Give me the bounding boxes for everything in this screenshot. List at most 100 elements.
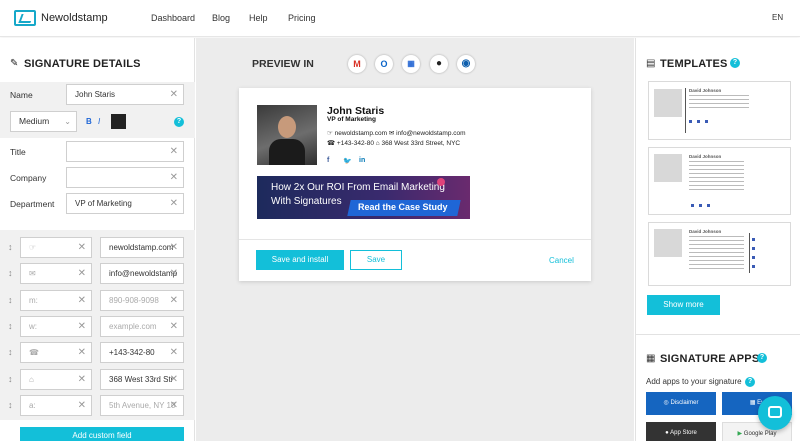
app-store-button[interactable]: ● App Store [646,422,716,441]
thunderbird-icon[interactable]: ◉ [457,55,475,73]
gmail-icon[interactable]: M [348,55,366,73]
info-icon[interactable]: ? [745,377,755,387]
drag-handle-icon[interactable]: ↕ [8,268,13,278]
clear-icon[interactable]: ✕ [170,373,178,386]
contact-icon-input[interactable]: w: ✕ [20,316,92,337]
info-icon[interactable]: ? [174,117,184,127]
clear-icon[interactable]: ✕ [170,346,178,359]
drag-handle-icon[interactable]: ↕ [8,400,13,410]
contact-value-input[interactable]: newoldstamp.com ✕ [100,237,184,258]
apps-icon: ▦ [646,353,656,364]
signature-apps-title: SIGNATURE APPS [660,353,760,365]
color-picker[interactable] [111,114,126,129]
info-icon[interactable]: ? [730,58,740,68]
contact-icon-input[interactable]: ⌂ ✕ [20,369,92,390]
contact-icon-input[interactable]: m: ✕ [20,290,92,311]
bold-button[interactable]: B [86,117,92,126]
save-button[interactable]: Save [350,250,402,270]
contact-icon-input[interactable]: ☞ ✕ [20,237,92,258]
cancel-link[interactable]: Cancel [549,256,574,265]
clear-icon[interactable]: ✕ [170,197,178,210]
template-card-1[interactable]: David Johnson [648,81,791,140]
apps-subtitle: Add apps to your signature [646,377,742,386]
contact-value: newoldstamp.com [109,243,174,252]
templates-title: TEMPLATES [660,58,728,70]
drag-handle-icon[interactable]: ↕ [8,242,13,252]
contact-icon-input[interactable]: ✉ ✕ [20,263,92,284]
show-more-button[interactable]: Show more [647,295,720,315]
card-divider [239,239,591,240]
template-card-3[interactable]: David Johnson [648,222,791,286]
contact-value-input[interactable]: 5th Avenue, NY 10 ✕ [100,395,184,416]
outlook-icon[interactable]: O [375,55,393,73]
logo-icon[interactable] [14,10,36,26]
clear-icon[interactable]: ✕ [78,399,86,412]
template-lines [689,95,749,111]
brand-name[interactable]: Newoldstamp [41,12,108,24]
apple-mail-icon[interactable]: ● [430,55,448,73]
template-social [689,120,713,123]
drag-handle-icon[interactable]: ↕ [8,321,13,331]
contact-value-input[interactable]: example.com ✕ [100,316,184,337]
clear-icon[interactable]: ✕ [78,320,86,333]
name-input[interactable]: John Staris ✕ [66,84,184,105]
language-switch[interactable]: EN [772,13,783,22]
nav-help[interactable]: Help [249,13,268,23]
templates-icon: ▤ [646,58,656,69]
clear-icon[interactable]: ✕ [170,88,178,101]
clear-icon[interactable]: ✕ [78,373,86,386]
contact-icon-input[interactable]: ☎ ✕ [20,342,92,363]
drag-handle-icon[interactable]: ↕ [8,374,13,384]
chat-widget-button[interactable] [758,396,792,430]
windows-mail-icon[interactable]: ▦ [402,55,420,73]
contact-value-input[interactable]: 890-908-9098 ✕ [100,290,184,311]
clear-icon[interactable]: ✕ [170,294,178,307]
linkedin-icon[interactable]: in [359,157,365,164]
clear-icon[interactable]: ✕ [78,294,86,307]
clear-icon[interactable]: ✕ [170,145,178,158]
clear-icon[interactable]: ✕ [78,241,86,254]
clear-icon[interactable]: ✕ [170,171,178,184]
save-and-install-button[interactable]: Save and install [256,250,344,270]
template-name: David Johnson [689,154,722,159]
title-input[interactable]: ✕ [66,141,184,162]
promo-banner[interactable]: How 2x Our ROI From Email Marketing With… [257,176,470,219]
contact-icon-label: ✉ [29,269,36,278]
contact-icon-label: w: [29,322,37,331]
nav-dashboard[interactable]: Dashboard [151,13,195,23]
title-label: Title [10,147,26,157]
info-icon[interactable]: ? [757,353,767,363]
add-custom-field-button[interactable]: Add custom field [20,427,184,441]
contact-value: info@newoldstamp [109,269,178,278]
contact-value-input[interactable]: info@newoldstamp ✕ [100,263,184,284]
contact-value: 890-908-9098 [109,296,159,305]
contact-icon-label: ⌂ [29,375,34,384]
contact-value: 368 West 33rd Str [109,375,174,384]
template-card-2[interactable]: David Johnson [648,147,791,215]
contact-icon-input[interactable]: a: ✕ [20,395,92,416]
clear-icon[interactable]: ✕ [170,399,178,412]
clear-icon[interactable]: ✕ [170,267,178,280]
signature-details-title: SIGNATURE DETAILS [24,58,141,70]
department-input[interactable]: VP of Marketing ✕ [66,193,184,214]
facebook-icon[interactable]: f [327,157,329,164]
disclaimer-label: Disclaimer [670,400,699,406]
template-name: David Johnson [689,229,722,234]
clear-icon[interactable]: ✕ [78,346,86,359]
contact-value-input[interactable]: +143-342-80 ✕ [100,342,184,363]
font-weight-select[interactable]: Medium ⌄ [10,111,77,132]
drag-handle-icon[interactable]: ↕ [8,295,13,305]
company-input[interactable]: ✕ [66,167,184,188]
italic-button[interactable]: I [98,117,100,126]
clear-icon[interactable]: ✕ [170,320,178,333]
template-divider [685,88,686,133]
disclaimer-app-button[interactable]: ◎ Disclaimer [646,392,716,415]
sig-title: VP of Marketing [327,116,377,123]
clear-icon[interactable]: ✕ [78,267,86,280]
twitter-icon[interactable]: 🐦 [343,157,352,165]
nav-pricing[interactable]: Pricing [288,13,316,23]
drag-handle-icon[interactable]: ↕ [8,347,13,357]
clear-icon[interactable]: ✕ [170,241,178,254]
contact-value-input[interactable]: 368 West 33rd Str ✕ [100,369,184,390]
nav-blog[interactable]: Blog [212,13,230,23]
